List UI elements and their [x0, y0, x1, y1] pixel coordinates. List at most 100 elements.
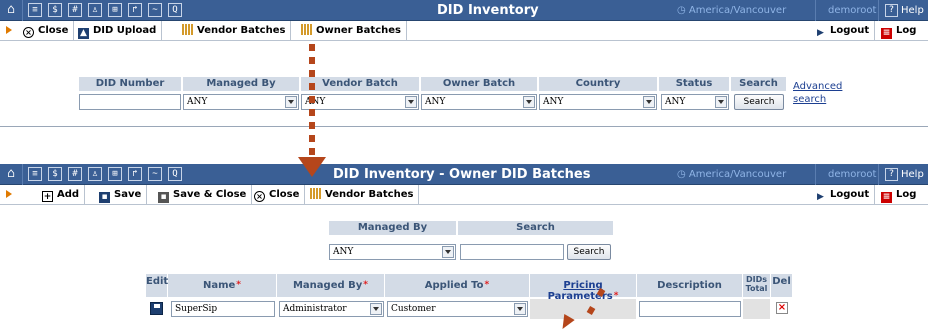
filter-search-button[interactable]: Search	[567, 244, 611, 260]
pricing-parameters-column-header[interactable]: Pricing Parameters*	[530, 274, 637, 302]
search-button[interactable]: Search	[734, 94, 784, 110]
edit-cell	[146, 299, 168, 319]
help-link[interactable]: ? Help	[885, 164, 924, 185]
status-header: Status	[659, 77, 729, 91]
vendor-batches-icon	[310, 188, 321, 199]
name-column-header: Name*	[168, 274, 277, 297]
save-close-icon: ▪	[158, 192, 169, 203]
del-header-label: Del	[772, 276, 791, 287]
user-name[interactable]: demoroot	[828, 164, 876, 185]
home-icon[interactable]: ⌂	[4, 167, 18, 181]
advanced-search-link-line1[interactable]: Advanced	[793, 81, 842, 93]
logout-button[interactable]: ▶ Logout	[810, 21, 876, 41]
search-icon[interactable]: Q	[168, 167, 182, 181]
description-input[interactable]	[639, 301, 741, 317]
save-row-icon[interactable]	[150, 302, 163, 315]
advanced-search-link-line2[interactable]: search	[793, 94, 826, 106]
chevron-down-icon	[715, 96, 727, 108]
top-nav-bar: ⌂ ≡ $ # ♙ ⊞ ↱ ~ Q DID Inventory ◷ Americ…	[0, 0, 928, 21]
logout-button[interactable]: ▶ Logout	[810, 185, 876, 205]
vendor-batches-button[interactable]: Vendor Batches	[305, 185, 420, 205]
chevron-down-icon	[370, 303, 382, 315]
timezone-text: America/Vancouver	[688, 5, 787, 16]
grid-icon[interactable]: #	[68, 3, 82, 17]
applied-to-row-select[interactable]: Customer	[387, 301, 528, 317]
vendor-batches-button[interactable]: Vendor Batches	[177, 21, 292, 41]
user-icon[interactable]: ♙	[88, 3, 102, 17]
managed-by-header-label: Managed By	[292, 280, 363, 291]
managed-by-select[interactable]: ANY	[183, 94, 299, 110]
add-button[interactable]: + Add	[37, 185, 86, 205]
close-label: Close	[269, 189, 300, 200]
chart-icon[interactable]: ~	[148, 167, 162, 181]
dollar-icon[interactable]: $	[48, 3, 62, 17]
dids-total-cell	[743, 299, 771, 319]
list-icon[interactable]: ≡	[28, 167, 42, 181]
route-icon[interactable]: ↱	[128, 167, 142, 181]
name-input[interactable]: SuperSip	[171, 301, 275, 317]
chevron-down-icon	[285, 96, 297, 108]
nav-separator	[878, 0, 879, 21]
save-icon: ▪	[99, 192, 110, 203]
timezone-label[interactable]: ◷ America/Vancouver	[677, 0, 786, 21]
search-icon[interactable]: Q	[168, 3, 182, 17]
log-button[interactable]: ≡ Log	[876, 185, 921, 205]
log-button[interactable]: ≡ Log	[876, 21, 921, 41]
managed-by-header-text: Managed By*	[277, 280, 384, 291]
top-nav-bar: ⌂ ≡ $ # ♙ ⊞ ↱ ~ Q DID Inventory - Owner …	[0, 164, 928, 185]
chevron-down-icon	[523, 96, 535, 108]
list-icon[interactable]: ≡	[28, 3, 42, 17]
home-icon[interactable]: ⌂	[4, 3, 18, 17]
nav-separator	[878, 164, 879, 185]
add-icon: +	[42, 191, 53, 202]
user-name[interactable]: demoroot	[828, 0, 876, 21]
tree-icon[interactable]: ⊞	[108, 167, 122, 181]
search-filter-input[interactable]	[460, 244, 564, 260]
nav-separator	[22, 0, 23, 21]
search-filter-header: Search	[458, 221, 613, 235]
route-icon[interactable]: ↱	[128, 3, 142, 17]
did-upload-button[interactable]: ▲ DID Upload	[73, 21, 163, 41]
help-label: Help	[901, 169, 924, 180]
required-mark: *	[363, 280, 368, 290]
save-button[interactable]: ▪ Save	[94, 185, 148, 205]
tree-icon[interactable]: ⊞	[108, 3, 122, 17]
search-header: Search	[731, 77, 786, 91]
help-link[interactable]: ? Help	[885, 0, 924, 21]
delete-icon[interactable]: ×	[776, 302, 788, 314]
owner-batches-button[interactable]: Owner Batches	[296, 21, 407, 41]
save-close-button[interactable]: ▪ Save & Close	[153, 185, 253, 205]
nav-separator	[22, 164, 23, 185]
status-select[interactable]: ANY	[661, 94, 729, 110]
did-inventory-window: ⌂ ≡ $ # ♙ ⊞ ↱ ~ Q DID Inventory ◷ Americ…	[0, 0, 928, 127]
owner-batch-select[interactable]: ANY	[421, 94, 537, 110]
managed-by-value: ANY	[187, 97, 208, 107]
log-label: Log	[896, 25, 917, 36]
close-button[interactable]: × Close	[249, 185, 306, 205]
timezone-label[interactable]: ◷ America/Vancouver	[677, 164, 786, 185]
name-header-label: Name	[202, 280, 236, 291]
managed-by-filter-header: Managed By	[329, 221, 456, 235]
close-button[interactable]: × Close	[18, 21, 75, 41]
country-select[interactable]: ANY	[539, 94, 657, 110]
logout-icon: ▶	[817, 192, 824, 202]
pricing-cell	[530, 299, 637, 319]
log-label: Log	[896, 189, 917, 200]
help-label: Help	[901, 5, 924, 16]
description-header-label: Description	[657, 280, 722, 291]
did-number-input[interactable]	[79, 94, 181, 110]
managed-by-row-select[interactable]: Administrator	[279, 301, 384, 317]
logout-label: Logout	[830, 25, 870, 36]
managed-by-filter-select[interactable]: ANY	[329, 244, 456, 260]
owner-did-batches-window: ⌂ ≡ $ # ♙ ⊞ ↱ ~ Q DID Inventory - Owner …	[0, 164, 928, 331]
vendor-batch-select[interactable]: ANY	[301, 94, 419, 110]
owner-batch-value: ANY	[425, 97, 446, 107]
grid-icon[interactable]: #	[68, 167, 82, 181]
edit-column-header: Edit	[146, 274, 168, 297]
managed-by-row-value: Administrator	[283, 304, 347, 314]
log-icon: ≡	[881, 192, 892, 203]
user-icon[interactable]: ♙	[88, 167, 102, 181]
dollar-icon[interactable]: $	[48, 167, 62, 181]
chart-icon[interactable]: ~	[148, 3, 162, 17]
toolbar-arrow-icon	[6, 190, 12, 198]
